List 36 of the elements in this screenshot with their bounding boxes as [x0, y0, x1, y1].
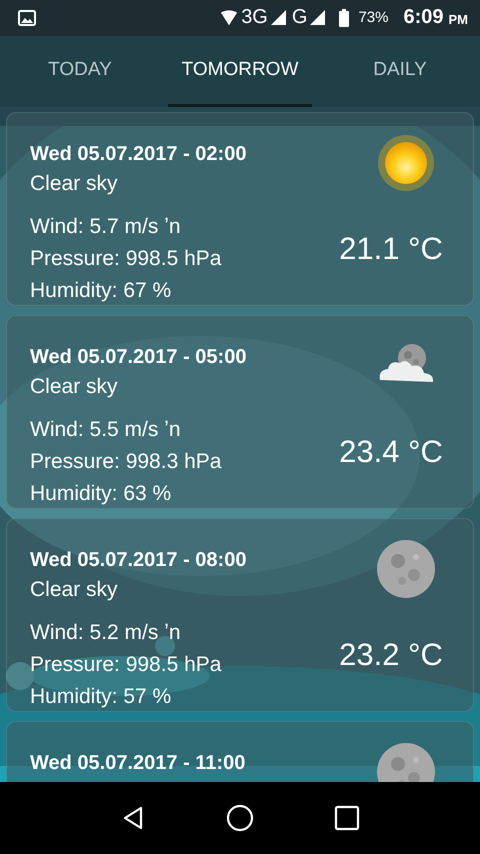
wind-text: Wind: 5.2 m/s ʼn — [30, 620, 182, 646]
humidity-text: Humidity: 57 % — [30, 684, 172, 710]
pressure-text: Pressure: 998.3 hPa — [30, 449, 222, 476]
forecast-description: Clear sky — [30, 577, 119, 604]
forecast-datetime: Wed 05.07.2017 - 02:00 — [30, 142, 248, 168]
wind-text: Wind: 5.5 m/s ʼn — [30, 417, 182, 444]
forecast-description: Clear sky — [30, 374, 119, 400]
clock-time: 6:09 — [403, 6, 444, 30]
signal-icon — [270, 10, 286, 26]
recents-icon[interactable] — [332, 804, 361, 832]
wifi-icon — [220, 8, 238, 27]
humidity-text: Humidity: 67 % — [30, 278, 172, 304]
battery-percentage: 73% — [358, 9, 388, 26]
wind-text: Wind: 5.7 m/s ʼn — [30, 214, 182, 240]
home-icon[interactable] — [226, 804, 254, 832]
network-label: G — [292, 6, 308, 30]
pressure-text: Pressure: 998.5 hPa — [30, 652, 222, 678]
forecast-datetime: Wed 05.07.2017 - 08:00 — [30, 548, 248, 574]
forecast-datetime: Wed 05.07.2017 - 05:00 — [30, 345, 248, 370]
forecast-datetime: Wed 05.07.2017 - 11:00 — [30, 751, 246, 776]
forecast-description: Clear sky — [30, 171, 119, 198]
temperature: 23.4 °C — [339, 434, 443, 470]
battery-icon — [339, 8, 350, 27]
signal-icon — [310, 10, 326, 26]
moon-icon — [376, 539, 436, 600]
tab[interactable]: DAILY — [328, 36, 472, 108]
image-icon — [18, 8, 36, 27]
network-label: 3G — [241, 6, 268, 30]
sun-icon — [376, 133, 436, 194]
clock-period: PM — [448, 12, 468, 28]
temperature: 23.2 °C — [339, 637, 443, 674]
tab[interactable]: TODAY — [8, 36, 152, 108]
pressure-text: Pressure: 998.5 hPa — [30, 246, 222, 272]
tab[interactable]: TOMORROW — [168, 36, 312, 108]
temperature: 21.1 °C — [339, 231, 443, 268]
humidity-text: Humidity: 63 % — [30, 481, 172, 508]
